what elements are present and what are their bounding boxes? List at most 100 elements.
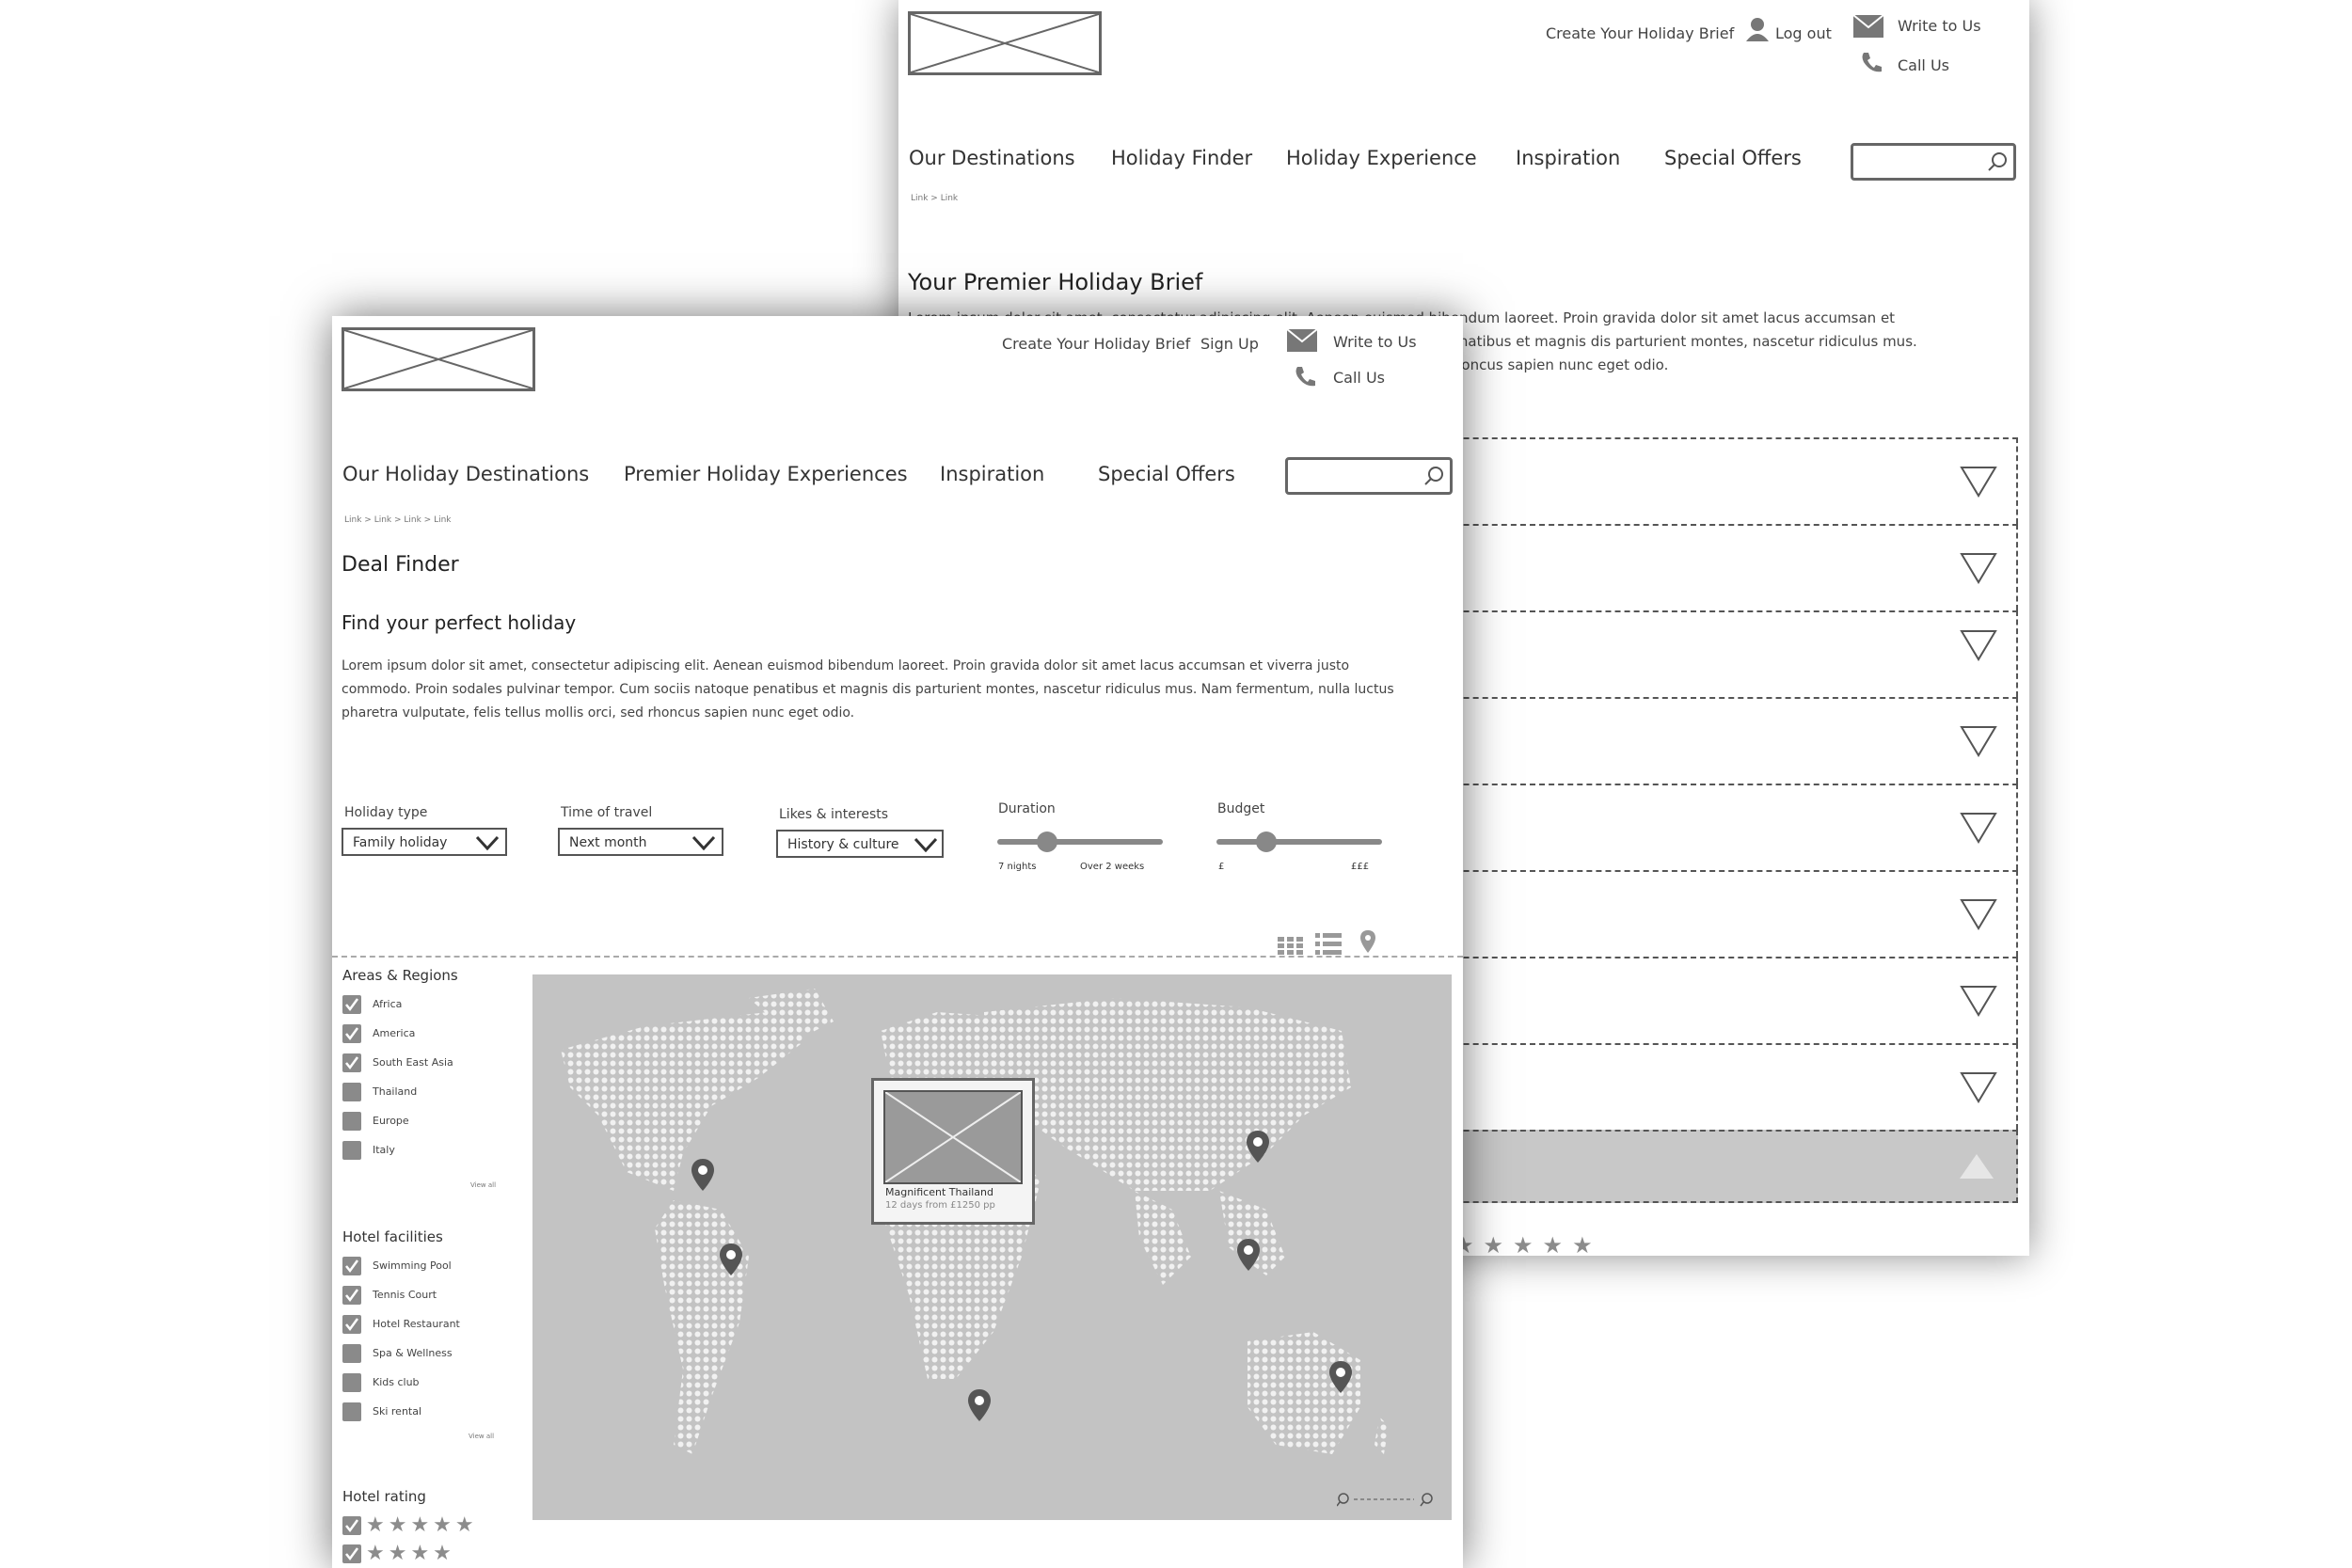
checkbox-swimming-pool[interactable]	[342, 1257, 361, 1275]
nav-holiday-experience[interactable]: Holiday Experience	[1286, 147, 1477, 169]
budget-slider[interactable]	[1216, 832, 1382, 854]
chevron-down-icon	[475, 835, 500, 850]
map-view-icon[interactable]	[1359, 929, 1376, 954]
checkbox-thailand[interactable]	[342, 1083, 361, 1101]
duration-max-label: Over 2 weeks	[1080, 862, 1145, 872]
facilities-view-all-link[interactable]: View all	[469, 1433, 494, 1440]
accordion-row-open[interactable]	[1369, 1130, 2018, 1203]
call-us-link[interactable]: Call Us	[1898, 56, 1949, 74]
map-pin-icon[interactable]	[1246, 1130, 1270, 1164]
nav-inspiration[interactable]: Inspiration	[940, 463, 1044, 485]
map-pin-icon[interactable]	[691, 1158, 715, 1192]
checkbox-europe[interactable]	[342, 1112, 361, 1131]
world-map[interactable]: Magnificent Thailand 12 days from £1250 …	[532, 974, 1452, 1520]
accordion-row[interactable]	[1369, 437, 2018, 524]
logo-placeholder[interactable]	[908, 11, 1102, 75]
duration-slider[interactable]	[997, 832, 1163, 854]
duration-track	[997, 839, 1163, 845]
logo-placeholder[interactable]	[342, 327, 535, 391]
front-page: Create Your Holiday Brief Sign Up Write …	[332, 316, 1463, 1568]
triangle-up-icon[interactable]	[1958, 1152, 1995, 1180]
grid-view-icon[interactable]	[1278, 937, 1304, 956]
breadcrumb[interactable]: Link > Link > Link > Link	[344, 515, 452, 525]
divider	[332, 956, 1463, 958]
accordion-row[interactable]	[1369, 697, 2018, 784]
likes-interests-label: Likes & interests	[779, 807, 889, 822]
triangle-down-icon[interactable]	[1960, 466, 1997, 498]
log-out-link[interactable]: Log out	[1775, 24, 1832, 42]
nav-special-offers[interactable]: Special Offers	[1664, 147, 1802, 169]
zoom-control[interactable]	[1337, 1492, 1436, 1511]
areas-view-all-link[interactable]: View all	[470, 1181, 496, 1189]
duration-handle[interactable]	[1036, 832, 1057, 852]
checkbox-italy[interactable]	[342, 1141, 361, 1160]
create-brief-link[interactable]: Create Your Holiday Brief	[1546, 24, 1734, 42]
search-input[interactable]	[1285, 457, 1453, 495]
checkbox-ski-rental[interactable]	[342, 1402, 361, 1421]
breadcrumb[interactable]: Link > Link	[911, 194, 958, 203]
checkbox-kids-club[interactable]	[342, 1373, 361, 1392]
nav-holiday-finder[interactable]: Holiday Finder	[1111, 147, 1252, 169]
likes-interests-select[interactable]: History & culture	[776, 830, 944, 858]
popup-title: Magnificent Thailand	[885, 1186, 994, 1198]
chevron-down-icon	[914, 837, 938, 852]
page-title: Your Premier Holiday Brief	[908, 269, 1203, 295]
checkbox-spa-wellness[interactable]	[342, 1344, 361, 1363]
page-title: Deal Finder	[342, 553, 459, 577]
search-input[interactable]	[1851, 143, 2016, 181]
envelope-icon	[1286, 328, 1318, 356]
create-brief-link[interactable]: Create Your Holiday Brief	[1002, 335, 1190, 353]
search-icon[interactable]	[1987, 151, 2008, 172]
duration-min-label: 7 nights	[998, 862, 1037, 872]
checkbox-rating-5[interactable]	[342, 1516, 361, 1535]
map-pin-icon[interactable]	[719, 1243, 743, 1276]
budget-min-label: £	[1218, 862, 1225, 872]
facilities-title: Hotel facilities	[342, 1228, 443, 1245]
map-pin-icon[interactable]	[967, 1388, 992, 1422]
triangle-down-icon[interactable]	[1960, 985, 1997, 1017]
map-popup-card[interactable]: Magnificent Thailand 12 days from £1250 …	[871, 1078, 1035, 1225]
accordion-row[interactable]	[1369, 957, 2018, 1043]
accordion-row[interactable]	[1369, 784, 2018, 870]
phone-icon	[1860, 51, 1883, 77]
accordion-row[interactable]	[1369, 610, 2018, 697]
nav-premier-holiday-experiences[interactable]: Premier Holiday Experiences	[624, 463, 908, 485]
write-to-us-link[interactable]: Write to Us	[1333, 333, 1417, 351]
nav-inspiration[interactable]: Inspiration	[1516, 147, 1620, 169]
nav-our-holiday-destinations[interactable]: Our Holiday Destinations	[342, 463, 589, 485]
checkbox-rating-4[interactable]	[342, 1544, 361, 1563]
checkbox-africa[interactable]	[342, 995, 361, 1014]
triangle-down-icon[interactable]	[1960, 812, 1997, 844]
nav-special-offers[interactable]: Special Offers	[1098, 463, 1235, 485]
triangle-down-icon[interactable]	[1960, 725, 1997, 757]
holiday-type-select[interactable]: Family holiday	[342, 828, 507, 856]
map-pin-icon[interactable]	[1236, 1238, 1261, 1272]
search-icon[interactable]	[1423, 466, 1444, 486]
accordion-row[interactable]	[1369, 524, 2018, 610]
checkbox-tennis-court[interactable]	[342, 1286, 361, 1305]
nav-our-destinations[interactable]: Our Destinations	[909, 147, 1075, 169]
intro-text: Lorem ipsum dolor sit amet, consectetur …	[342, 658, 1394, 721]
triangle-down-icon[interactable]	[1960, 552, 1997, 584]
list-view-icon[interactable]	[1315, 933, 1342, 956]
call-us-link[interactable]: Call Us	[1333, 369, 1385, 387]
time-of-travel-select[interactable]: Next month	[558, 828, 723, 856]
areas-title: Areas & Regions	[342, 967, 458, 984]
checkbox-america[interactable]	[342, 1024, 361, 1043]
triangle-down-icon[interactable]	[1960, 898, 1997, 930]
rating-stars: ★★★★★	[1454, 1232, 1602, 1259]
budget-handle[interactable]	[1255, 832, 1277, 852]
map-pin-icon[interactable]	[1328, 1360, 1353, 1394]
budget-track	[1216, 839, 1382, 845]
triangle-down-icon[interactable]	[1960, 629, 1997, 661]
phone-icon	[1294, 365, 1316, 391]
checkbox-south-east-asia[interactable]	[342, 1053, 361, 1072]
accordion-row[interactable]	[1369, 1043, 2018, 1130]
checkbox-hotel-restaurant[interactable]	[342, 1315, 361, 1334]
write-to-us-link[interactable]: Write to Us	[1898, 17, 1981, 35]
triangle-down-icon[interactable]	[1960, 1071, 1997, 1103]
accordion-row[interactable]	[1369, 870, 2018, 957]
holiday-type-label: Holiday type	[344, 805, 428, 820]
time-of-travel-label: Time of travel	[561, 805, 653, 820]
sign-up-link[interactable]: Sign Up	[1200, 335, 1259, 353]
